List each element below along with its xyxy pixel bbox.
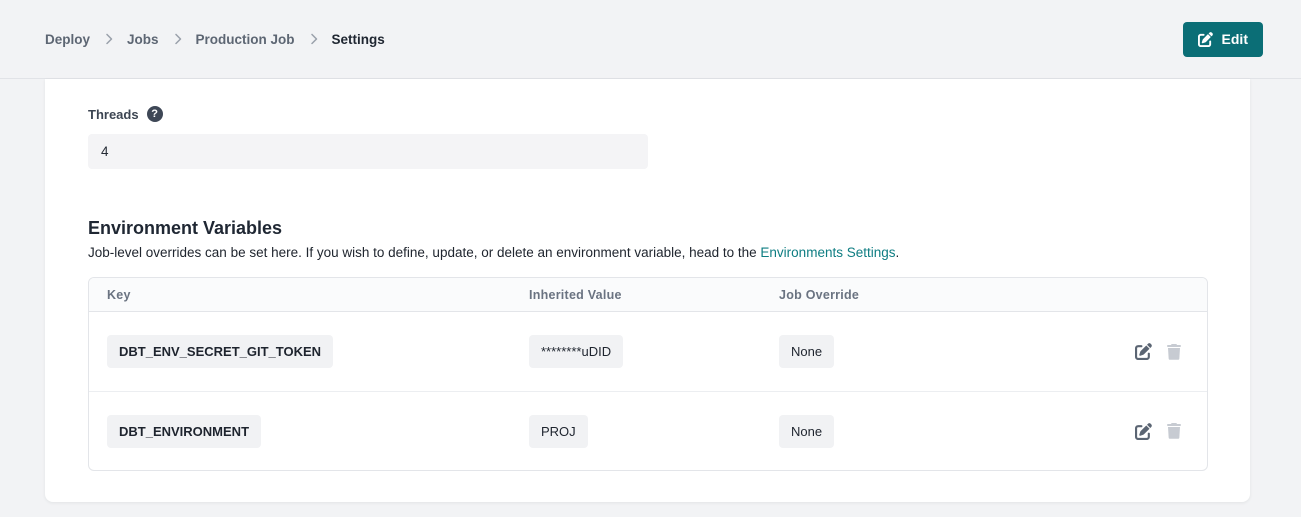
edit-row-icon[interactable] — [1135, 343, 1152, 360]
top-bar: Deploy Jobs Production Job Settings Edit — [0, 0, 1301, 79]
delete-row-icon[interactable] — [1167, 423, 1181, 439]
threads-input[interactable] — [88, 134, 648, 169]
inherited-value-chip: ********uDID — [529, 335, 623, 368]
breadcrumb-item-deploy[interactable]: Deploy — [45, 32, 90, 47]
environments-settings-link[interactable]: Environments Settings — [760, 245, 895, 260]
column-header-key: Key — [89, 288, 529, 302]
job-override-chip: None — [779, 335, 834, 368]
row-actions — [1029, 423, 1207, 440]
column-header-job-override: Job Override — [779, 288, 1029, 302]
breadcrumb-item-jobs[interactable]: Jobs — [127, 32, 159, 47]
section-description: Job-level overrides can be set here. If … — [88, 245, 1250, 260]
threads-label: Threads — [88, 107, 139, 122]
chevron-right-icon — [104, 33, 113, 45]
column-header-inherited-value: Inherited Value — [529, 288, 779, 302]
job-override-chip: None — [779, 415, 834, 448]
breadcrumb: Deploy Jobs Production Job Settings — [45, 32, 385, 47]
chevron-right-icon — [309, 33, 318, 45]
table-row: DBT_ENV_SECRET_GIT_TOKEN ********uDID No… — [89, 312, 1207, 391]
threads-field-header: Threads ? — [88, 106, 1250, 122]
inherited-value-chip: PROJ — [529, 415, 588, 448]
edit-row-icon[interactable] — [1135, 423, 1152, 440]
env-var-key-chip: DBT_ENV_SECRET_GIT_TOKEN — [107, 335, 333, 368]
description-text: Job-level overrides can be set here. If … — [88, 245, 760, 260]
edit-button[interactable]: Edit — [1183, 22, 1263, 57]
breadcrumb-item-settings: Settings — [332, 32, 385, 47]
section-title: Environment Variables — [88, 218, 1250, 239]
breadcrumb-item-production-job[interactable]: Production Job — [196, 32, 295, 47]
help-question-icon[interactable]: ? — [147, 106, 163, 122]
table-row: DBT_ENVIRONMENT PROJ None — [89, 391, 1207, 470]
environment-variables-section: Environment Variables Job-level override… — [88, 218, 1250, 471]
delete-row-icon[interactable] — [1167, 344, 1181, 360]
settings-card: Threads ? Environment Variables Job-leve… — [45, 79, 1250, 502]
chevron-right-icon — [173, 33, 182, 45]
env-var-key-chip: DBT_ENVIRONMENT — [107, 415, 261, 448]
env-vars-table: Key Inherited Value Job Override DBT_ENV… — [88, 277, 1208, 471]
pen-to-square-icon — [1198, 32, 1213, 47]
edit-button-label: Edit — [1222, 31, 1248, 47]
table-header-row: Key Inherited Value Job Override — [89, 278, 1207, 312]
row-actions — [1029, 343, 1207, 360]
description-text: . — [896, 245, 900, 260]
